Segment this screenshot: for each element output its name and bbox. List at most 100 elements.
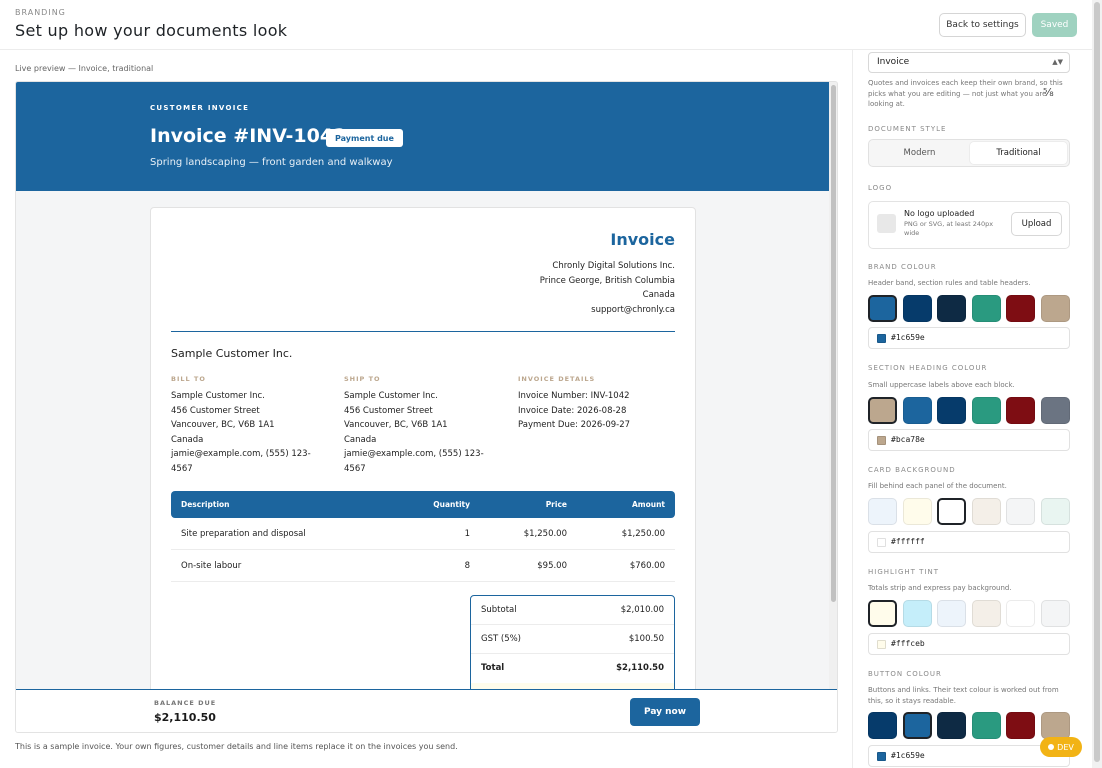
- highlight-tint-label: HIGHLIGHT TINT: [868, 568, 940, 576]
- card-background-label: CARD BACKGROUND: [868, 466, 956, 474]
- col-quantity: Quantity: [433, 500, 470, 509]
- section-rule: [171, 331, 675, 332]
- brand-swatch[interactable]: [868, 295, 897, 322]
- bill-to-block: BILL TO Sample Customer Inc. 456 Custome…: [171, 374, 321, 476]
- style-option-traditional[interactable]: Traditional: [970, 142, 1067, 164]
- express-pay-bar: BALANCE DUE $2,110.50 Pay now: [16, 689, 837, 732]
- ship-to-line: Sample Customer Inc.: [344, 391, 438, 401]
- band-eyebrow: CUSTOMER INVOICE: [150, 104, 250, 112]
- ship-to-heading: SHIP TO: [344, 375, 381, 383]
- heading-swatch[interactable]: [1041, 397, 1070, 424]
- cell-amount: $1,250.00: [621, 529, 665, 539]
- highlight-tint-hex-input[interactable]: #fffceb: [868, 633, 1070, 655]
- preview-scrollbar[interactable]: [829, 82, 837, 689]
- cell-price: $1,250.00: [523, 529, 567, 539]
- button-swatch[interactable]: [1041, 712, 1070, 739]
- card-swatch[interactable]: [972, 498, 1001, 525]
- card-swatch[interactable]: [903, 498, 932, 525]
- totals-row-total: Total $2,110.50: [471, 654, 674, 683]
- cell-description: On-site labour: [181, 561, 242, 571]
- card-swatch[interactable]: [937, 498, 966, 525]
- brand-colour-hex: #1c659e: [891, 333, 925, 342]
- invoice-title: Invoice #INV-1042: [150, 125, 347, 147]
- button-swatch[interactable]: [868, 712, 897, 739]
- ship-to-line: 456 Customer Street: [344, 405, 433, 416]
- card-background-hex-input[interactable]: #ffffff: [868, 531, 1070, 553]
- heading-swatch[interactable]: [868, 397, 897, 424]
- brand-swatch[interactable]: [903, 295, 932, 322]
- ship-to-line: 4567: [344, 463, 366, 474]
- invoice-date: Invoice Date: 2026-08-28: [518, 405, 627, 416]
- highlight-tint-chip: [877, 640, 886, 649]
- upload-logo-button[interactable]: Upload: [1011, 212, 1062, 236]
- card-swatch[interactable]: [1006, 498, 1035, 525]
- document-type-select[interactable]: Invoice ▲▼: [868, 52, 1070, 73]
- page-scrollbar[interactable]: [1092, 0, 1102, 768]
- brand-swatch[interactable]: [972, 295, 1001, 322]
- page-title: Set up how your documents look: [15, 21, 288, 40]
- highlight-swatch[interactable]: [972, 600, 1001, 627]
- highlight-swatch[interactable]: [937, 600, 966, 627]
- pay-now-button[interactable]: Pay now: [630, 698, 700, 726]
- heading-swatch[interactable]: [937, 397, 966, 424]
- col-price: Price: [545, 500, 567, 509]
- subtotal-value: $2,010.00: [620, 605, 664, 615]
- highlight-swatch[interactable]: [903, 600, 932, 627]
- document-kind: Invoice: [610, 230, 675, 249]
- preview-scroll-thumb[interactable]: [831, 85, 836, 602]
- button-swatch[interactable]: [937, 712, 966, 739]
- gst-label: GST (5%): [481, 634, 521, 644]
- card-background-help: Fill behind each panel of the document.: [868, 482, 1007, 490]
- page-header: BRANDING Set up how your documents look …: [0, 0, 1102, 50]
- invoice-preview: CUSTOMER INVOICE Invoice #INV-1042 Payme…: [15, 81, 838, 733]
- ship-to-line: Canada: [344, 434, 377, 445]
- brand-swatch[interactable]: [1006, 295, 1035, 322]
- highlight-swatch[interactable]: [1006, 600, 1035, 627]
- back-to-settings-button[interactable]: Back to settings: [939, 13, 1026, 37]
- company-block: Chronly Digital Solutions Inc. Prince Ge…: [540, 259, 675, 317]
- bill-to-line: Sample Customer Inc.: [171, 391, 265, 401]
- preview-label: Live preview — Invoice, traditional: [15, 64, 154, 73]
- brand-colour-label: BRAND COLOUR: [868, 263, 937, 271]
- dev-badge[interactable]: DEV: [1040, 737, 1082, 757]
- ship-to-line: Vancouver, BC, V6B 1A1: [344, 420, 448, 430]
- heading-swatch[interactable]: [972, 397, 1001, 424]
- page-scroll-thumb[interactable]: [1094, 2, 1100, 762]
- heading-colour-help: Small uppercase labels above each block.: [868, 381, 1015, 389]
- button-swatch[interactable]: [1006, 712, 1035, 739]
- invoice-details-heading: INVOICE DETAILS: [518, 375, 596, 383]
- customer-name: Sample Customer Inc.: [171, 347, 293, 360]
- cell-quantity: 8: [464, 561, 470, 571]
- heading-colour-hex-input[interactable]: #bca78e: [868, 429, 1070, 451]
- balance-due-amount: $2,110.50: [154, 711, 216, 724]
- total-label: Total: [481, 663, 505, 673]
- button-swatch[interactable]: [972, 712, 1001, 739]
- button-colour-swatches: [868, 712, 1073, 739]
- style-option-modern[interactable]: Modern: [871, 142, 968, 164]
- heading-swatch[interactable]: [903, 397, 932, 424]
- brand-swatch[interactable]: [937, 295, 966, 322]
- brand-colour-chip: [877, 334, 886, 343]
- heading-swatch[interactable]: [1006, 397, 1035, 424]
- highlight-swatch[interactable]: [868, 600, 897, 627]
- line-items-header: Description Quantity Price Amount: [171, 491, 675, 518]
- dev-dot-icon: [1048, 744, 1055, 750]
- branding-settings-panel: Invoice ▲▼ Quotes and invoices each keep…: [853, 50, 1090, 768]
- invoice-number: Invoice Number: INV-1042: [518, 391, 630, 401]
- page-eyebrow: BRANDING: [15, 8, 66, 17]
- card-background-chip: [877, 538, 886, 547]
- brand-swatch[interactable]: [1041, 295, 1070, 322]
- company-city: Prince George, British Columbia: [539, 275, 675, 286]
- brand-colour-help: Header band, section rules and table hea…: [868, 279, 1031, 287]
- subtotal-label: Subtotal: [481, 605, 517, 615]
- company-name: Chronly Digital Solutions Inc.: [552, 261, 675, 271]
- button-colour-help: Buttons and links. Their text colour is …: [868, 686, 1059, 705]
- card-swatch[interactable]: [1041, 498, 1070, 525]
- highlight-swatch[interactable]: [1041, 600, 1070, 627]
- brand-colour-hex-input[interactable]: #1c659e: [868, 327, 1070, 349]
- button-swatch[interactable]: [903, 712, 932, 739]
- card-swatch[interactable]: [868, 498, 897, 525]
- saved-button[interactable]: Saved: [1032, 13, 1077, 37]
- invoice-subtitle: Spring landscaping — front garden and wa…: [150, 157, 393, 168]
- document-type-value: Invoice: [877, 57, 910, 67]
